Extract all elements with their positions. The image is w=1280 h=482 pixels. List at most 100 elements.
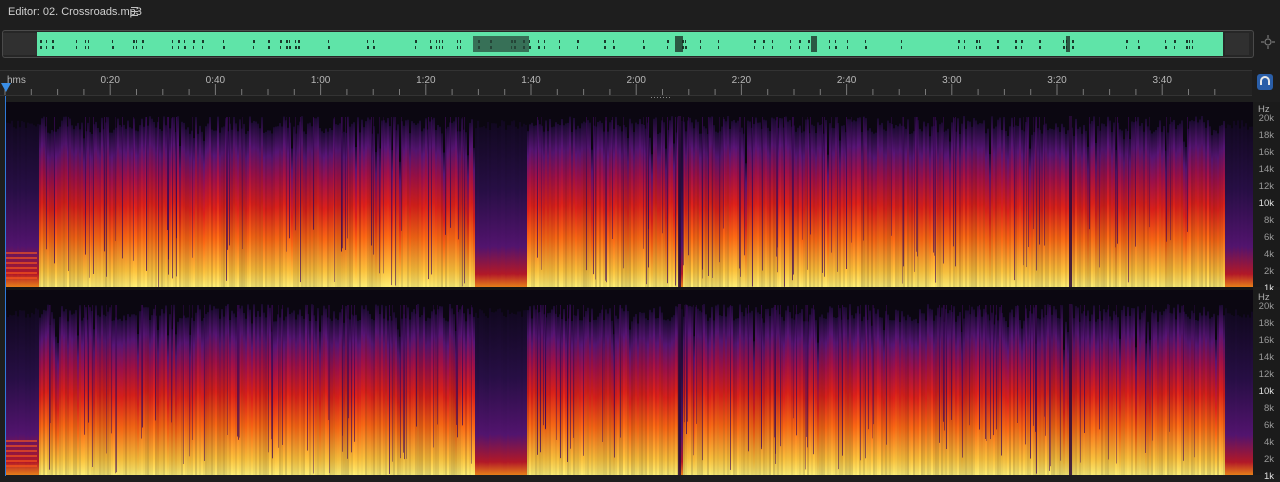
spectrogram-column: [307, 123, 309, 287]
spectrogram-column: [531, 122, 533, 287]
spectrogram-column: [429, 318, 431, 475]
spectrogram-column: [781, 316, 783, 475]
spectrogram-column: [825, 318, 827, 475]
spectrogram-transient: [456, 305, 457, 425]
spectrogram-column: [629, 329, 631, 475]
spectrogram-column: [219, 318, 221, 475]
spectrogram-column: [1001, 129, 1003, 287]
frequency-tick-label: 18k: [1258, 318, 1274, 329]
spectrogram-column: [163, 116, 165, 287]
spectrogram-column: [85, 307, 87, 475]
spectrogram-column: [929, 136, 931, 287]
spectrogram-column: [693, 128, 695, 287]
spectrogram-column: [233, 117, 235, 287]
spectrogram-transient: [341, 117, 342, 252]
frequency-tick-label: 8k: [1263, 403, 1274, 414]
spectrogram-column: [133, 314, 135, 475]
ruler-time-label: 2:20: [732, 75, 752, 86]
spectrogram-transient: [404, 305, 405, 460]
overview-waveform-dip: [142, 40, 144, 43]
snap-magnet-icon[interactable]: [1257, 74, 1273, 90]
spectrogram-transient: [391, 117, 392, 286]
spectrogram-column: [887, 314, 889, 475]
spectrogram-transient: [752, 117, 753, 287]
spectrogram-transient: [226, 117, 227, 281]
spectrogram-transient: [719, 117, 720, 263]
spectrogram-column: [655, 117, 657, 287]
spectrogram-column: [1163, 126, 1165, 287]
panel-resize-handle[interactable]: [650, 96, 670, 99]
hamburger-menu-icon[interactable]: [131, 7, 138, 16]
spectrogram-column: [669, 320, 671, 475]
spectrogram-column: [561, 319, 563, 475]
playhead-marker-icon[interactable]: [1, 83, 11, 92]
spectrogram-column: [653, 308, 655, 475]
spectrogram-column: [153, 308, 155, 475]
spectrogram-column: [291, 148, 293, 287]
spectrogram-column: [697, 121, 699, 287]
frequency-tick-label: 14k: [1258, 352, 1274, 363]
spectrogram-column: [921, 131, 923, 287]
spectrogram-column: [607, 131, 609, 287]
spectrogram-channel-left[interactable]: [5, 102, 1253, 287]
spectrogram-column: [93, 329, 95, 475]
spectrogram-column: [213, 130, 215, 287]
spectrogram-transient: [462, 305, 463, 426]
spectrogram-transient: [142, 305, 143, 428]
spectrogram-column: [1121, 310, 1123, 475]
spectrogram-column: [235, 317, 237, 475]
time-ruler[interactable]: hms 0:20 0:40 1:00 1:20 1:40 2:00 2:20 2:40 3:00 3…: [0, 70, 1252, 96]
spectrogram-column: [1015, 125, 1017, 287]
spectrogram-column: [691, 122, 693, 287]
spectrogram-column: [815, 320, 817, 475]
spectrogram-column: [545, 120, 547, 287]
spectrogram-transient: [329, 305, 330, 474]
spectrogram-column: [1243, 126, 1245, 287]
spectrogram-column: [441, 306, 443, 475]
waveform-overview[interactable]: [2, 30, 1254, 58]
spectrogram-column: [651, 312, 653, 475]
overview-waveform-dip: [718, 40, 719, 43]
spectrogram-column: [521, 126, 523, 287]
spectrogram-column: [501, 312, 503, 475]
spectrogram-column: [243, 123, 245, 287]
overview-waveform-dip: [799, 40, 801, 43]
spectrogram-transient: [313, 305, 314, 474]
spectrogram-column: [377, 305, 379, 475]
spectrogram-column: [315, 118, 317, 287]
overview-waveform-dip: [754, 46, 755, 49]
spectrogram-gap-line: [678, 102, 681, 287]
spectrogram-column: [1241, 120, 1243, 287]
spectrogram-column: [177, 321, 179, 475]
spectrogram-column: [933, 320, 935, 475]
spectrogram-column: [1213, 129, 1215, 287]
spectrogram-transient: [106, 305, 107, 454]
spectrogram-column: [551, 309, 553, 475]
spectrogram-transient: [406, 305, 407, 459]
spectrogram-column: [393, 116, 395, 287]
zoom-navigator-icon[interactable]: [1260, 34, 1276, 50]
spectrogram-column: [527, 131, 529, 287]
spectrogram-column: [1081, 313, 1083, 475]
spectrogram-transient: [543, 305, 544, 426]
spectrogram-column: [1199, 312, 1201, 475]
spectrogram-column: [739, 304, 741, 475]
spectrogram-column: [817, 342, 819, 475]
spectrogram-column: [507, 309, 509, 475]
spectrogram-transient: [54, 117, 55, 264]
spectrogram-column: [351, 123, 353, 287]
overview-waveform-dip: [133, 40, 135, 43]
playhead-line[interactable]: [5, 96, 6, 476]
spectrogram-column: [905, 128, 907, 287]
spectrogram-channel-right[interactable]: [5, 290, 1253, 475]
spectrogram-column: [1067, 130, 1069, 287]
spectrogram-transient: [807, 117, 808, 270]
spectrogram-transient: [761, 305, 762, 450]
spectrogram-column: [99, 132, 101, 287]
spectrogram-transient: [537, 305, 538, 455]
spectrogram-column: [51, 312, 53, 475]
spectrogram-column: [513, 120, 515, 287]
spectrogram-column: [1121, 130, 1123, 287]
spectrogram-column: [523, 310, 525, 475]
spectrogram-column: [1047, 130, 1049, 287]
